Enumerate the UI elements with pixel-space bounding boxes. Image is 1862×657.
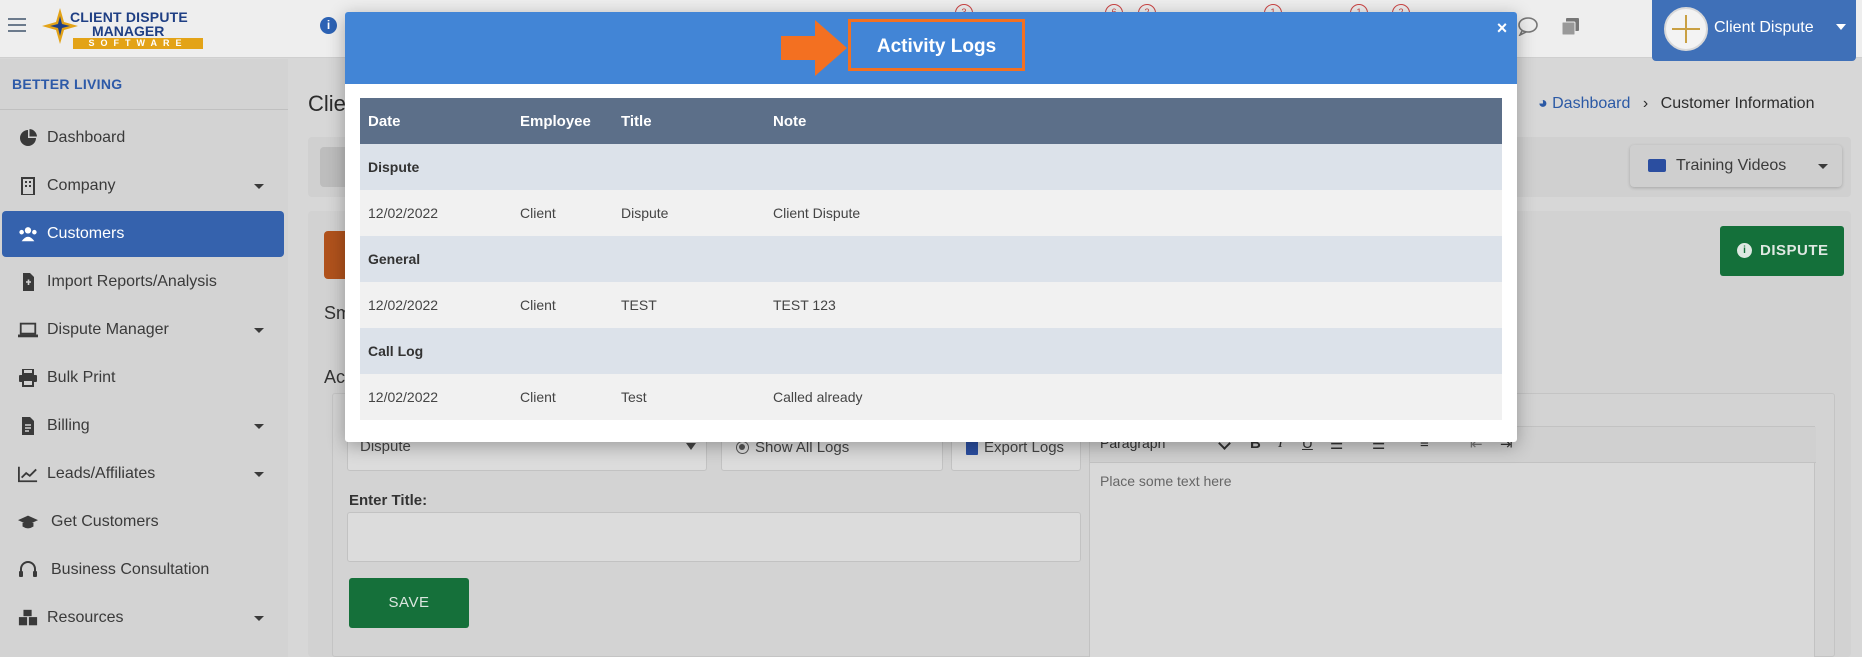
group-row: General	[360, 236, 1502, 282]
cell-title: Dispute	[613, 190, 765, 236]
cell-date: 12/02/2022	[360, 374, 512, 420]
column-header: Note	[765, 98, 1502, 144]
close-icon[interactable]: ×	[1493, 19, 1511, 37]
cell-employee: Client	[512, 282, 613, 328]
modal-header: Activity Logs ×	[345, 12, 1517, 84]
group-name: General	[360, 236, 1502, 282]
title-highlight: Activity Logs	[848, 19, 1025, 71]
group-row: Dispute	[360, 144, 1502, 190]
modal-title: Activity Logs	[876, 36, 997, 57]
arrow-right-icon	[781, 20, 847, 76]
table-header-row: Date Employee Title Note	[360, 98, 1502, 144]
cell-note: Called already	[765, 374, 1502, 420]
activity-logs-modal: Activity Logs × Date Employee Title Note…	[345, 12, 1517, 442]
cell-employee: Client	[512, 190, 613, 236]
group-name: Dispute	[360, 144, 1502, 190]
table-row: 12/02/2022 Client Dispute Client Dispute	[360, 190, 1502, 236]
cell-note: TEST 123	[765, 282, 1502, 328]
cell-title: TEST	[613, 282, 765, 328]
cell-date: 12/02/2022	[360, 282, 512, 328]
cell-title: Test	[613, 374, 765, 420]
table-row: 12/02/2022 Client Test Called already	[360, 374, 1502, 420]
table-row: 12/02/2022 Client TEST TEST 123	[360, 282, 1502, 328]
group-name: Call Log	[360, 328, 1502, 374]
activity-logs-table: Date Employee Title Note Dispute 12/02/2…	[360, 98, 1502, 420]
group-row: Call Log	[360, 328, 1502, 374]
cell-employee: Client	[512, 374, 613, 420]
cell-date: 12/02/2022	[360, 190, 512, 236]
column-header: Employee	[512, 98, 613, 144]
column-header: Title	[613, 98, 765, 144]
column-header: Date	[360, 98, 512, 144]
cell-note: Client Dispute	[765, 190, 1502, 236]
